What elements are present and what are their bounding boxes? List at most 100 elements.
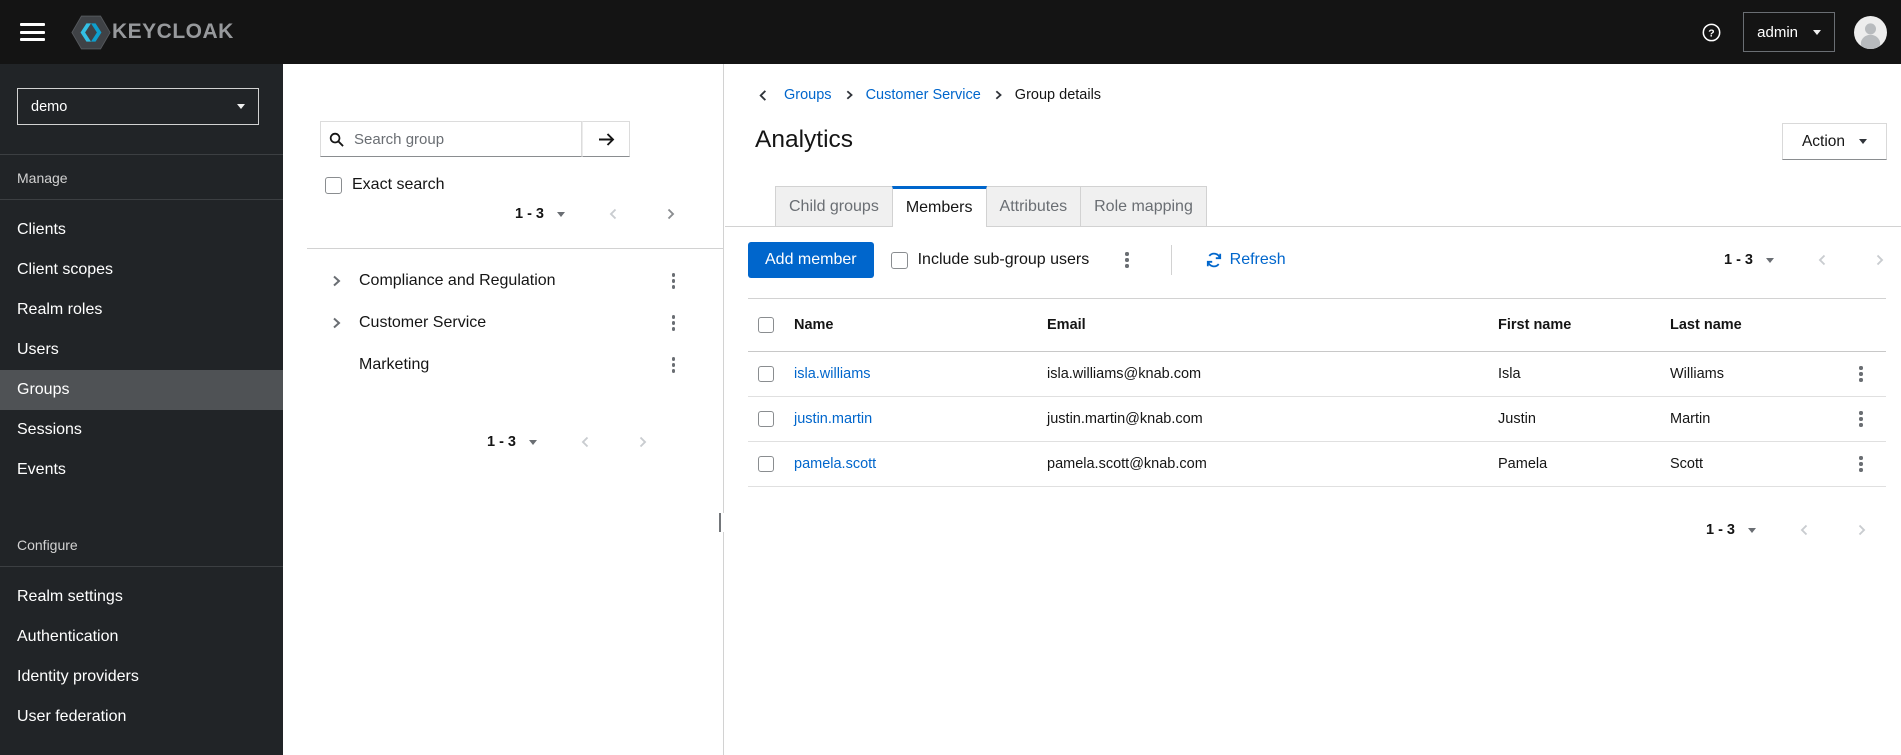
previous-page-button[interactable] — [579, 435, 593, 449]
sidebar-item-users[interactable]: Users — [0, 330, 283, 370]
caret-down-icon — [237, 104, 245, 109]
member-last-name: Scott — [1670, 456, 1704, 472]
next-page-button[interactable] — [663, 207, 677, 221]
per-page-toggle[interactable]: 1 - 3 — [515, 206, 565, 222]
chevron-left-icon — [1818, 254, 1826, 266]
refresh-label: Refresh — [1229, 251, 1286, 268]
exact-search-checkbox[interactable] — [325, 176, 342, 194]
column-header-email: Email — [1047, 317, 1086, 333]
search-submit-button[interactable] — [582, 121, 630, 157]
action-dropdown-button[interactable]: Action — [1782, 123, 1887, 160]
group-kebab-menu-icon[interactable] — [668, 311, 679, 334]
tab-child-groups[interactable]: Child groups — [775, 186, 893, 226]
sidebar-item-authentication[interactable]: Authentication — [0, 617, 283, 657]
chevron-right-icon — [667, 208, 675, 220]
member-first-name: Justin — [1498, 411, 1536, 427]
user-name: admin — [1757, 23, 1798, 41]
realm-selector[interactable]: demo — [17, 88, 259, 125]
group-name-link[interactable]: Marketing — [359, 356, 668, 374]
table-row: justin.martin justin.martin@knab.com Jus… — [748, 397, 1886, 442]
action-label: Action — [1801, 132, 1846, 150]
sidebar-item-realm-settings[interactable]: Realm settings — [0, 577, 283, 617]
group-kebab-menu-icon[interactable] — [668, 353, 679, 376]
include-subgroup-checkbox[interactable] — [890, 251, 908, 269]
expand-chevron-icon[interactable] — [330, 317, 342, 329]
breadcrumb-link-customer-service[interactable]: Customer Service — [866, 87, 981, 103]
members-pagination-top: 1 - 3 — [1724, 249, 1886, 271]
member-last-name: Williams — [1670, 366, 1724, 382]
tab-attributes[interactable]: Attributes — [985, 186, 1082, 226]
per-page-toggle[interactable]: 1 - 3 — [487, 434, 537, 450]
sidebar-item-identity-providers[interactable]: Identity providers — [0, 657, 283, 697]
breadcrumb: Groups Customer Service Group details — [757, 87, 1901, 103]
next-page-button[interactable] — [1854, 523, 1868, 537]
group-tree-panel: Exact search 1 - 3 Compliance and Regula… — [283, 64, 723, 755]
avatar[interactable] — [1854, 15, 1887, 49]
member-name-link[interactable]: justin.martin — [794, 411, 1047, 427]
caret-down-icon — [1813, 29, 1821, 35]
tab-role-mapping[interactable]: Role mapping — [1080, 186, 1207, 226]
chevron-left-icon — [581, 436, 589, 448]
exact-search-label: Exact search — [352, 176, 445, 193]
pagination-range: 1 - 3 — [486, 434, 516, 450]
caret-down-icon — [557, 211, 565, 217]
table-row: isla.williams isla.williams@knab.com Isl… — [748, 352, 1886, 397]
previous-page-button[interactable] — [1798, 523, 1812, 537]
toolbar-divider — [1170, 245, 1172, 275]
sidebar-nav: demo Manage Clients Client scopes Realm … — [0, 64, 283, 755]
search-group-input[interactable] — [352, 129, 573, 149]
chevron-right-icon — [639, 436, 647, 448]
group-search — [320, 121, 630, 157]
pagination-range: 1 - 3 — [514, 206, 544, 222]
group-kebab-menu-icon[interactable] — [668, 269, 679, 292]
nav-toggle-hamburger-icon[interactable] — [20, 23, 45, 41]
sidebar-item-sessions[interactable]: Sessions — [0, 410, 283, 450]
breadcrumb-back-chevron-icon[interactable] — [757, 89, 770, 102]
previous-page-button[interactable] — [1816, 253, 1830, 267]
row-checkbox[interactable] — [758, 366, 774, 382]
help-icon[interactable]: ? — [1702, 23, 1721, 42]
refresh-link[interactable]: Refresh — [1206, 251, 1286, 269]
row-kebab-menu-icon[interactable] — [1855, 452, 1866, 475]
previous-page-button[interactable] — [607, 207, 621, 221]
column-header-name: Name — [794, 317, 834, 333]
breadcrumb-link-groups[interactable]: Groups — [784, 87, 832, 103]
per-page-toggle[interactable]: 1 - 3 — [1724, 252, 1774, 268]
column-header-first-name: First name — [1498, 317, 1572, 333]
row-kebab-menu-icon[interactable] — [1855, 362, 1866, 385]
add-member-button[interactable]: Add member — [748, 242, 874, 278]
table-row: pamela.scott pamela.scott@knab.com Pamel… — [748, 442, 1886, 487]
pagination-range: 1 - 3 — [1705, 522, 1735, 538]
select-all-checkbox[interactable] — [758, 317, 774, 333]
next-page-button[interactable] — [635, 435, 649, 449]
row-kebab-menu-icon[interactable] — [1855, 407, 1866, 430]
group-name-link[interactable]: Compliance and Regulation — [359, 272, 668, 290]
sidebar-item-groups[interactable]: Groups — [0, 370, 283, 410]
keycloak-logo[interactable]: KEYCLOAK — [71, 15, 234, 50]
sidebar-item-events[interactable]: Events — [0, 450, 283, 490]
search-icon — [329, 132, 344, 147]
member-name-link[interactable]: pamela.scott — [794, 456, 1047, 472]
sidebar-item-realm-roles[interactable]: Realm roles — [0, 290, 283, 330]
user-dropdown[interactable]: admin — [1743, 12, 1835, 52]
row-checkbox[interactable] — [758, 456, 774, 472]
column-header-last-name: Last name — [1670, 317, 1742, 333]
toolbar-kebab-menu-icon[interactable] — [1121, 248, 1132, 271]
sidebar-item-clients[interactable]: Clients — [0, 210, 283, 250]
tab-members[interactable]: Members — [891, 186, 987, 227]
chevron-left-icon — [609, 208, 617, 220]
svg-text:?: ? — [1708, 28, 1714, 39]
sidebar-item-user-federation[interactable]: User federation — [0, 697, 283, 737]
member-name-link[interactable]: isla.williams — [794, 366, 1047, 382]
sidebar-item-client-scopes[interactable]: Client scopes — [0, 250, 283, 290]
next-page-button[interactable] — [1872, 253, 1886, 267]
chevron-left-icon — [1800, 524, 1808, 536]
section-label-configure: Configure — [0, 522, 283, 567]
row-checkbox[interactable] — [758, 411, 774, 427]
keycloak-hexagon-icon — [71, 15, 111, 49]
expand-chevron-icon[interactable] — [330, 275, 342, 287]
group-name-link[interactable]: Customer Service — [359, 314, 668, 332]
nav-section-configure: Configure Realm settings Authentication … — [0, 522, 283, 737]
per-page-toggle[interactable]: 1 - 3 — [1706, 522, 1756, 538]
member-first-name: Isla — [1498, 366, 1521, 382]
